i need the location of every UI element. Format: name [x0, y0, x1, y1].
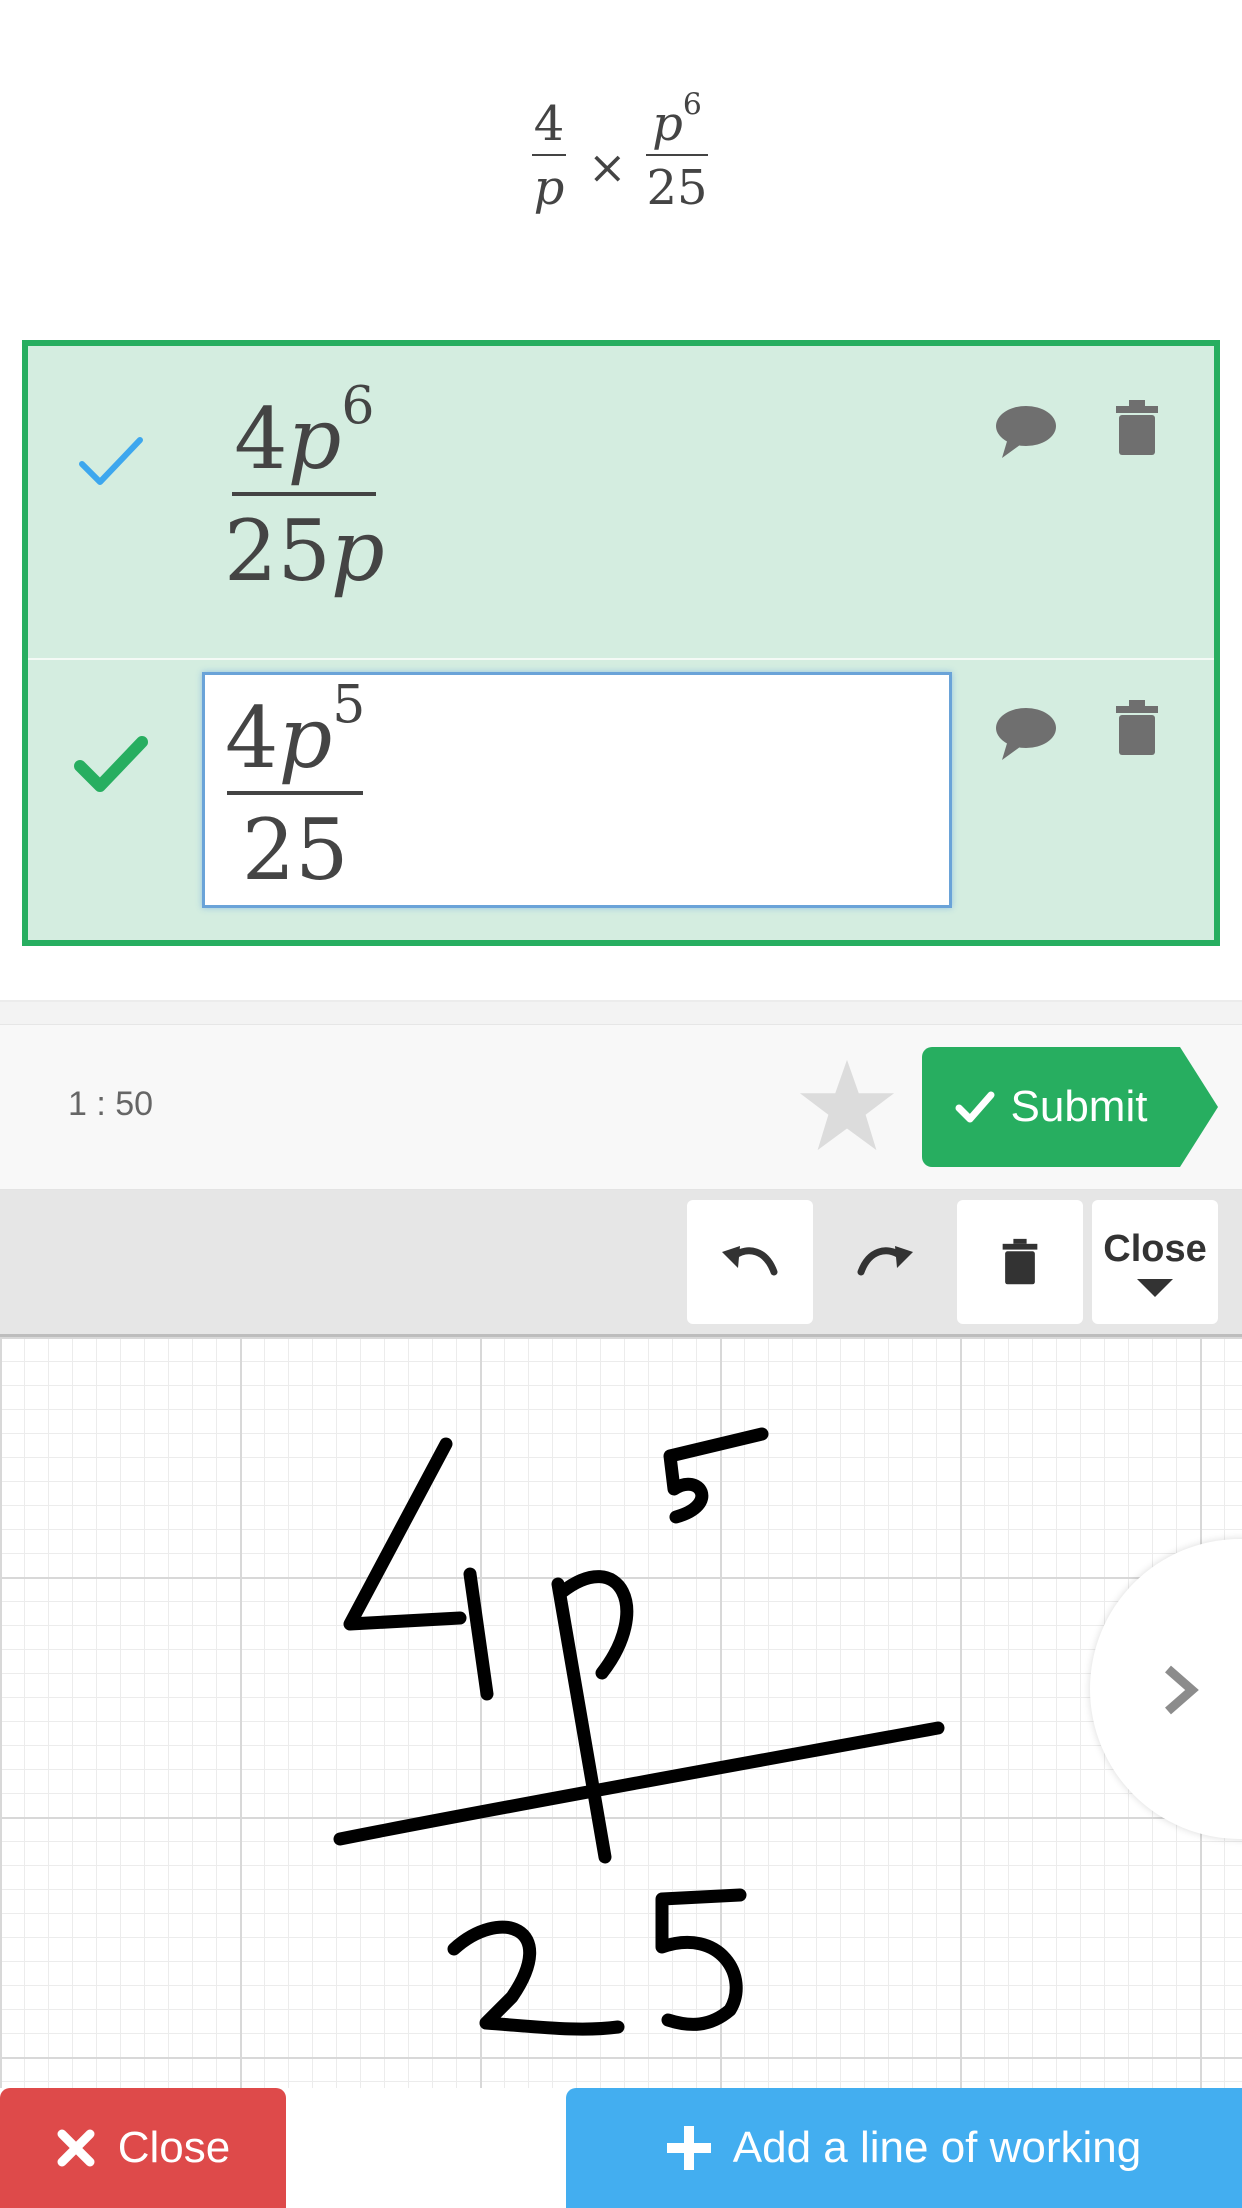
close-label: Close	[117, 2123, 231, 2172]
question-expression: 4 p × p6 25	[0, 60, 1242, 260]
chevron-right-icon[interactable]	[1160, 1665, 1200, 1720]
fraction-bar	[532, 154, 566, 156]
undo-icon	[722, 1246, 778, 1276]
line-1-numerator: 4p6	[234, 381, 374, 488]
question-right-numerator: p6	[652, 90, 702, 152]
active-line-input[interactable]: 4p5 25	[202, 672, 952, 908]
line-1-expression: 4p6 25p	[224, 381, 385, 600]
check-faded-icon	[78, 434, 144, 495]
chevron-down-icon	[1137, 1278, 1173, 1297]
line-2-expression: 4p5 25	[225, 680, 365, 899]
close-icon	[57, 2129, 95, 2167]
question-left-denominator: p	[533, 160, 565, 216]
question-left-fraction: 4 p	[532, 96, 566, 216]
numerator-variable: p	[278, 689, 333, 787]
working-line-2[interactable]: 4p5 25	[28, 660, 1214, 940]
add-line-button[interactable]: Add a line of working	[566, 2088, 1242, 2208]
check-icon	[955, 1091, 995, 1123]
question-right-fraction: p6 25	[646, 90, 708, 216]
numerator-exponent: 6	[341, 376, 375, 437]
trash-icon	[1002, 1238, 1038, 1285]
redo-button[interactable]	[822, 1200, 948, 1324]
trash-icon[interactable]	[1114, 700, 1160, 761]
redo-icon	[857, 1246, 913, 1276]
drawing-canvas[interactable]	[0, 1337, 1242, 2088]
submit-arrow[interactable]	[1180, 1047, 1218, 1167]
add-line-label: Add a line of working	[732, 2123, 1142, 2172]
close-canvas-button[interactable]: Close	[1092, 1200, 1218, 1324]
denominator-variable: p	[330, 502, 385, 600]
timer: 1 : 50	[68, 1085, 154, 1123]
fraction-bar	[232, 492, 377, 496]
trash-icon[interactable]	[1114, 400, 1160, 461]
fraction-bar	[227, 791, 364, 795]
line-1-denominator: 25p	[224, 502, 385, 600]
close-canvas-label: Close	[1103, 1227, 1207, 1270]
numerator-coefficient: 4	[225, 689, 279, 787]
undo-button[interactable]	[687, 1200, 813, 1324]
question-operator: ×	[588, 140, 627, 194]
denominator-coefficient: 25	[224, 502, 331, 600]
check-correct-icon	[74, 734, 148, 801]
clear-canvas-button[interactable]	[957, 1200, 1083, 1324]
line-2-numerator: 4p5	[225, 680, 365, 787]
question-right-denominator: 25	[646, 160, 708, 216]
star-icon[interactable]	[798, 1057, 896, 1158]
working-panel: 4p6 25p 4p5 25	[22, 340, 1220, 946]
canvas-toolbar: Close	[0, 1190, 1242, 1337]
section-divider	[0, 1000, 1242, 1026]
numerator-base: p	[652, 96, 683, 152]
fraction-bar	[646, 154, 708, 156]
submit-label: Submit	[1010, 1082, 1148, 1131]
comment-icon[interactable]	[994, 404, 1058, 465]
numerator-exponent: 6	[682, 87, 702, 123]
numerator-variable: p	[287, 390, 342, 488]
line-2-denominator: 25	[241, 801, 349, 899]
numerator-exponent: 5	[332, 675, 366, 736]
question-left-numerator: 4	[533, 96, 565, 152]
action-bar: 1 : 50 Submit	[0, 1024, 1242, 1191]
submit-button[interactable]: Submit	[922, 1047, 1180, 1167]
comment-icon[interactable]	[994, 706, 1058, 767]
handwriting-strokes	[333, 1427, 945, 2036]
working-line-1[interactable]: 4p6 25p	[28, 346, 1214, 660]
close-button[interactable]: Close	[0, 2088, 286, 2208]
plus-icon	[666, 2126, 711, 2170]
numerator-coefficient: 4	[234, 390, 288, 488]
